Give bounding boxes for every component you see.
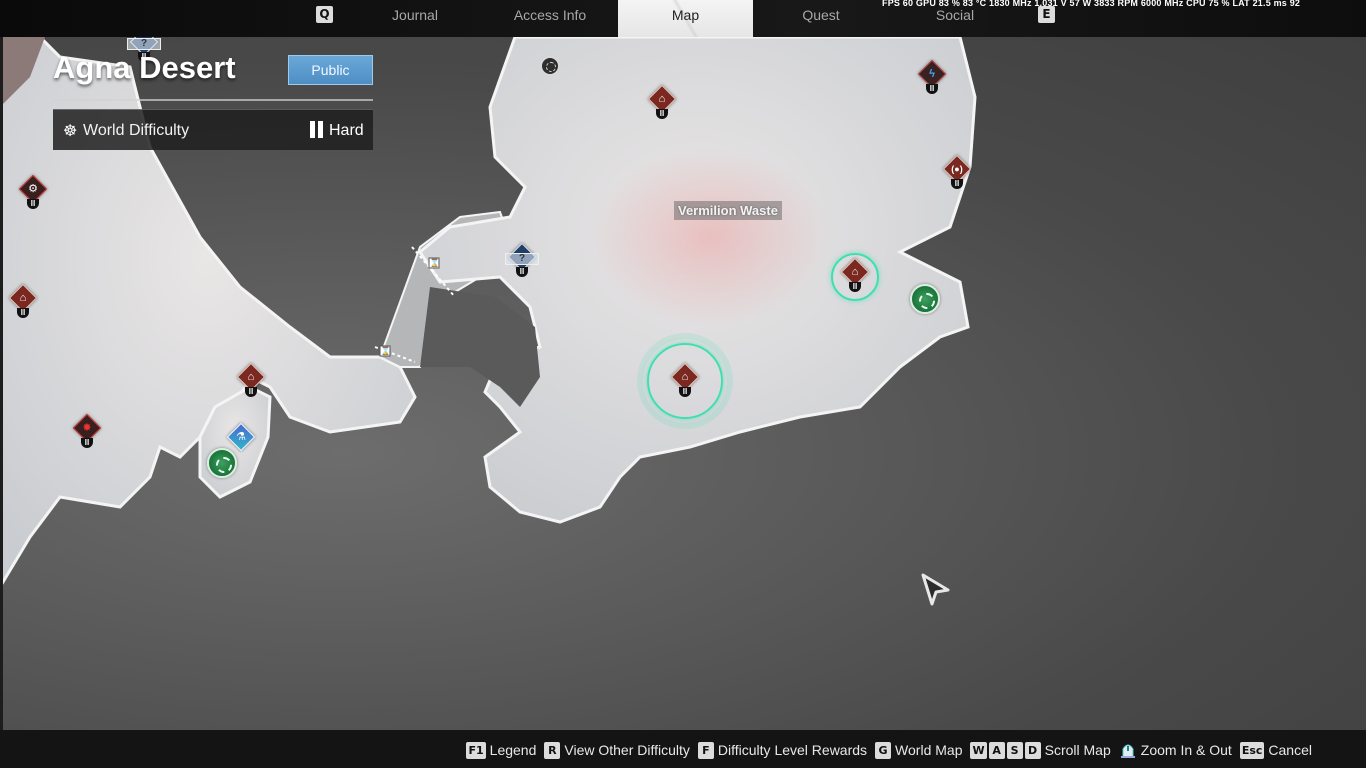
gate-icon[interactable]: ⌛ — [379, 345, 391, 357]
tab-access-info[interactable]: Access Info — [495, 0, 605, 30]
unknown-marker[interactable]: ? II — [505, 242, 539, 279]
top-navigation-bar: Q Journal Access Info Map Quest Social E… — [0, 0, 1366, 37]
region-label: Vermilion Waste — [674, 201, 782, 220]
inactive-node-icon[interactable] — [540, 56, 560, 76]
dungeon-marker[interactable]: ⌂ II — [236, 362, 266, 399]
key-w: W — [970, 741, 987, 759]
performance-overlay: FPS 60 GPU 83 % 83 °C 1830 MHz 1.031 V 5… — [882, 0, 1301, 8]
dungeon-icon: ⌂ — [658, 93, 666, 105]
difficulty-value: Hard — [329, 122, 364, 139]
hint-view-other-difficulty[interactable]: R View Other Difficulty — [544, 741, 690, 759]
question-icon: ? — [505, 253, 539, 265]
boss-icon: ✸ — [82, 422, 92, 434]
lightning-icon: ϟ — [929, 68, 935, 80]
dungeon-marker[interactable]: ⌂ II — [8, 283, 38, 320]
map-left-edge — [0, 37, 3, 730]
signal-icon: (●) — [951, 164, 963, 174]
hint-difficulty-rewards[interactable]: F Difficulty Level Rewards — [697, 741, 868, 759]
difficulty-tier-icon — [310, 121, 324, 138]
key-r: R — [544, 741, 561, 759]
key-f: F — [697, 741, 714, 759]
hint-scroll-map[interactable]: W A S D Scroll Map — [970, 741, 1111, 759]
flask-icon: ⚗ — [236, 431, 246, 443]
key-a: A — [988, 741, 1005, 759]
hint-zoom[interactable]: Zoom In & Out — [1119, 741, 1232, 759]
session-visibility-button[interactable]: Public — [288, 55, 373, 85]
hint-legend[interactable]: F1 Legend — [466, 741, 537, 759]
dungeon-marker[interactable]: ⌂ II — [670, 362, 700, 399]
dungeon-icon: ⌂ — [851, 266, 859, 278]
tab-map[interactable]: Map — [618, 0, 753, 37]
boss-marker[interactable]: ✸ II — [72, 413, 102, 450]
difficulty-label: World Difficulty — [83, 122, 190, 139]
next-tab-key[interactable]: E — [1038, 6, 1055, 23]
dungeon-marker[interactable]: ⌂ II — [840, 257, 870, 294]
hint-cancel[interactable]: Esc Cancel — [1239, 741, 1312, 759]
key-s: S — [1006, 741, 1023, 759]
hint-label: World Map — [895, 742, 963, 758]
title-divider — [53, 99, 373, 101]
world-difficulty-panel: ☸ World Difficulty Hard — [53, 109, 373, 150]
outpost-icon: ⚙ — [28, 183, 38, 195]
dungeon-icon: ⌂ — [681, 371, 689, 383]
control-hints-bar: F1 Legend R View Other Difficulty F Diff… — [0, 730, 1366, 768]
key-d: D — [1024, 741, 1041, 759]
hint-label: Legend — [489, 742, 537, 758]
hint-label: View Other Difficulty — [564, 742, 690, 758]
hint-label: Cancel — [1268, 742, 1312, 758]
key-f1: F1 — [466, 741, 486, 759]
hint-label: Scroll Map — [1044, 742, 1111, 758]
question-icon: ? — [127, 38, 161, 50]
dungeon-icon: ⌂ — [19, 292, 27, 304]
map-cursor-icon — [921, 573, 950, 606]
dungeon-icon: ⌂ — [247, 371, 255, 383]
tab-journal[interactable]: Journal — [360, 0, 470, 30]
hint-label: Difficulty Level Rewards — [717, 742, 868, 758]
hint-label: Zoom In & Out — [1140, 742, 1232, 758]
resource-node-icon[interactable] — [207, 448, 237, 478]
key-g: G — [875, 741, 892, 759]
gate-icon[interactable]: ⌛ — [428, 257, 440, 269]
resource-node-icon[interactable] — [910, 284, 940, 314]
mouse-wheel-icon — [1120, 744, 1135, 758]
outpost-marker[interactable]: ⚙ II — [18, 174, 48, 211]
lightning-boss-marker[interactable]: ϟ II — [917, 59, 947, 96]
tab-quest[interactable]: Quest — [766, 0, 876, 30]
prev-tab-key[interactable]: Q — [316, 6, 333, 23]
zone-title: Agna Desert — [53, 50, 236, 85]
difficulty-icon: ☸ — [63, 123, 78, 140]
dungeon-marker[interactable]: ⌂ II — [647, 84, 677, 121]
signal-marker[interactable]: (●) II — [942, 154, 972, 191]
hint-world-map[interactable]: G World Map — [875, 741, 963, 759]
key-esc: Esc — [1239, 741, 1265, 759]
